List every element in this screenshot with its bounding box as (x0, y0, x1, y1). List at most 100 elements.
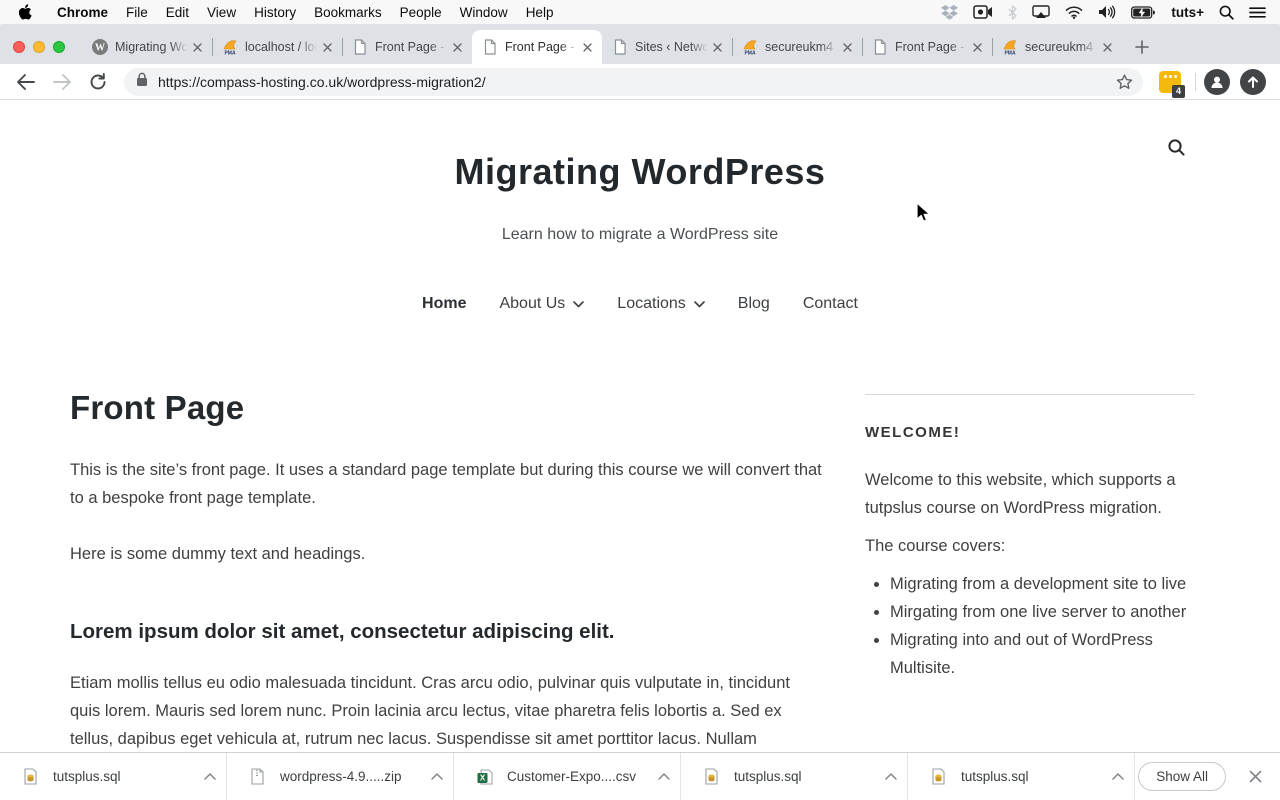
chevron-up-icon[interactable] (1112, 773, 1124, 780)
reload-button[interactable] (84, 68, 112, 96)
tab-close-icon[interactable] (319, 39, 335, 55)
nav-menu-item[interactable]: Locations (617, 295, 705, 313)
chevron-down-icon[interactable] (573, 295, 585, 313)
browser-tab[interactable]: Sites ‹ Netwo (602, 30, 732, 64)
bluetooth-icon[interactable] (1008, 4, 1018, 20)
svg-text:X: X (479, 773, 485, 782)
tab-title: Front Page - (375, 40, 445, 54)
download-item[interactable]: X Customer-Expo....csv (454, 753, 681, 800)
lock-icon[interactable] (136, 72, 148, 92)
menu-bar-item[interactable]: Window (451, 5, 517, 20)
menu-bar-item[interactable]: View (198, 5, 245, 20)
nav-item-label: Contact (802, 295, 858, 312)
list-item: Migrating into and out of WordPress Mult… (890, 626, 1187, 682)
download-filename: tutsplus.sql (734, 769, 802, 784)
nav-item-label: Locations (617, 295, 686, 312)
zoom-window-button[interactable] (53, 41, 65, 53)
browser-tab[interactable]: PMA secureukm4 (732, 30, 862, 64)
sidebar-divider (865, 394, 1195, 395)
close-downloads-bar-icon[interactable] (1240, 770, 1270, 783)
download-item[interactable]: tutsplus.sql (908, 753, 1135, 800)
download-item[interactable]: tutsplus.sql (0, 753, 227, 800)
browser-tab[interactable]: Front Page - (342, 30, 472, 64)
menu-bar-item[interactable]: Edit (157, 5, 198, 20)
tab-close-icon[interactable] (839, 39, 855, 55)
chevron-up-icon[interactable] (431, 773, 443, 780)
browser-tab[interactable]: PMA localhost / loc (212, 30, 342, 64)
site-title[interactable]: Migrating WordPress (0, 151, 1280, 193)
volume-icon[interactable] (1098, 5, 1116, 19)
tab-close-icon[interactable] (189, 39, 205, 55)
menu-bar-item[interactable]: Bookmarks (305, 5, 391, 20)
menubar-user-label[interactable]: tuts+ (1171, 5, 1204, 20)
spotlight-search-icon[interactable] (1219, 5, 1234, 20)
download-filename: tutsplus.sql (961, 769, 1029, 784)
download-item[interactable]: tutsplus.sql (681, 753, 908, 800)
browser-tab[interactable]: PMA secureukm4 (992, 30, 1122, 64)
page-title: Front Page (70, 389, 245, 426)
screen-recording-icon[interactable] (973, 5, 993, 19)
nav-menu-item[interactable]: Contact (803, 295, 858, 313)
url-text[interactable]: https://compass-hosting.co.uk/wordpress-… (158, 74, 1108, 90)
extension-badge: 4 (1172, 84, 1185, 98)
browser-update-icon[interactable] (1240, 68, 1266, 95)
browser-tab[interactable]: Front Page - (862, 30, 992, 64)
menu-bar-item[interactable]: People (391, 5, 451, 20)
chevron-up-icon[interactable] (885, 773, 897, 780)
sql-file-icon (930, 768, 947, 785)
notification-center-icon[interactable] (1249, 6, 1266, 19)
nav-item-label: Blog (737, 295, 770, 312)
tab-title: secureukm4 (1025, 40, 1094, 54)
tab-close-icon[interactable] (969, 39, 985, 55)
article-main: Front Page This is the site’s front page… (70, 389, 822, 752)
extension-icon[interactable]: 4 (1159, 70, 1185, 98)
browser-tab[interactable]: W Migrating Wo (82, 30, 212, 64)
browser-toolbar: https://compass-hosting.co.uk/wordpress-… (0, 64, 1280, 100)
chevron-up-icon[interactable] (204, 773, 216, 780)
airplay-icon[interactable] (1032, 5, 1051, 19)
menu-bar-item[interactable]: Chrome (48, 5, 117, 20)
download-filename: Customer-Expo....csv (507, 769, 637, 784)
dropbox-icon[interactable] (941, 4, 959, 20)
sidebar-course-list: Migrating from a development site to liv… (865, 570, 1187, 682)
nav-menu-item[interactable]: Home (422, 295, 466, 313)
tab-close-icon[interactable] (449, 39, 465, 55)
sidebar-paragraph: The course covers: (865, 537, 1006, 555)
sidebar-heading: WELCOME! (865, 424, 961, 441)
list-item: Mirgating from one live server to anothe… (890, 598, 1187, 626)
tab-close-icon[interactable] (579, 39, 595, 55)
browser-tab[interactable]: Front Page - (472, 30, 602, 64)
svg-text:PMA: PMA (744, 51, 756, 56)
new-tab-button[interactable] (1128, 33, 1156, 61)
forward-button[interactable] (48, 68, 76, 96)
bookmark-star-icon[interactable] (1116, 74, 1133, 90)
address-bar[interactable]: https://compass-hosting.co.uk/wordpress-… (124, 67, 1143, 96)
profile-avatar-icon[interactable] (1204, 68, 1230, 95)
nav-menu-item[interactable]: Blog (738, 295, 770, 313)
menu-bar-item[interactable]: History (245, 5, 305, 20)
article-paragraph: Here is some dummy text and headings. (70, 545, 366, 563)
nav-menu-item[interactable]: About Us (499, 295, 585, 313)
apple-logo-icon[interactable] (18, 4, 32, 20)
download-item[interactable]: wordpress-4.9.....zip (227, 753, 454, 800)
browser-window: W Migrating Wo PMA localhost / loc Front… (0, 24, 1280, 800)
page-favicon (352, 39, 368, 55)
extension-dots (1163, 74, 1177, 78)
page-favicon (872, 39, 888, 55)
tab-title: localhost / loc (245, 40, 319, 54)
close-window-button[interactable] (13, 41, 25, 53)
phpmyadmin-favicon: PMA (1002, 39, 1018, 55)
tab-close-icon[interactable] (709, 39, 725, 55)
chevron-up-icon[interactable] (658, 773, 670, 780)
menu-bar-item[interactable]: Help (517, 5, 563, 20)
wifi-icon[interactable] (1065, 5, 1083, 19)
menu-bar-item[interactable]: File (117, 5, 157, 20)
tab-title: Front Page - (895, 40, 965, 54)
back-button[interactable] (12, 68, 40, 96)
tab-close-icon[interactable] (1099, 39, 1115, 55)
zip-file-icon (249, 768, 266, 785)
battery-charging-icon[interactable] (1131, 5, 1156, 19)
show-all-button[interactable]: Show All (1138, 762, 1226, 791)
chevron-down-icon[interactable] (693, 295, 705, 313)
minimize-window-button[interactable] (33, 41, 45, 53)
